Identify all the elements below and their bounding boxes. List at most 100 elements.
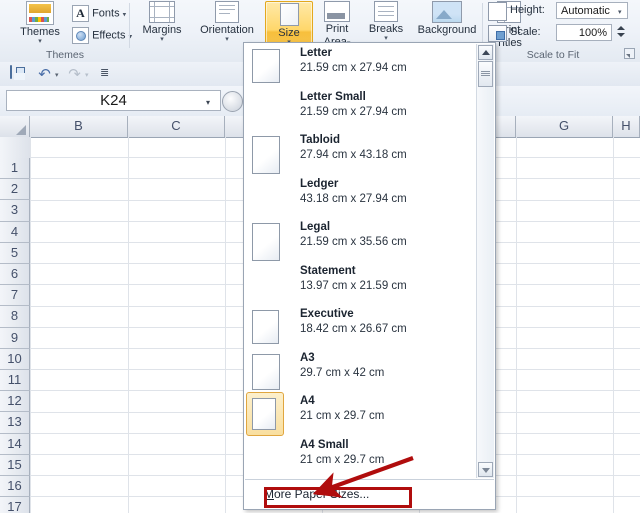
row-header-9[interactable]: 9 <box>0 327 30 349</box>
size-dropdown-menu[interactable]: Letter 21.59 cm x 27.94 cm Letter Small 21.… <box>243 42 496 510</box>
grid-column-line <box>225 137 226 513</box>
row-header-3[interactable]: 3 <box>0 200 30 222</box>
row-header-8[interactable]: 8 <box>0 306 30 328</box>
paper-size-item-ledger[interactable]: Ledger 43.18 cm x 27.94 cm <box>246 178 478 226</box>
row-header-11[interactable]: 11 <box>0 370 30 392</box>
row-header-14[interactable]: 14 <box>0 433 30 455</box>
paper-size-item-a4-small[interactable]: A4 Small 21 cm x 29.7 cm <box>246 439 478 480</box>
customize-qat-icon[interactable]: ≣ <box>100 68 109 79</box>
background-button[interactable]: Background <box>409 1 485 36</box>
paper-size-item-statement[interactable]: Statement 13.97 cm x 21.59 cm <box>246 265 478 313</box>
paper-size-item-tabloid[interactable]: Tabloid 27.94 cm x 43.18 cm <box>246 134 478 182</box>
paper-thumbnail-icon <box>252 353 280 390</box>
row-header-4[interactable]: 4 <box>0 221 30 243</box>
height-label: Height: <box>510 4 545 16</box>
paper-size-name: A3 <box>300 351 315 364</box>
annotation-rectangle <box>264 487 412 508</box>
paper-size-item-letter[interactable]: Letter 21.59 cm x 27.94 cm <box>246 47 478 95</box>
undo-arrow-icon[interactable]: ↶ <box>36 66 53 83</box>
dropdown-scrollbar[interactable] <box>476 44 494 478</box>
margins-icon <box>149 1 175 23</box>
undo-dropdown-icon[interactable]: ▾ <box>55 71 59 79</box>
row-header-10[interactable]: 10 <box>0 348 30 370</box>
fonts-icon: A <box>72 5 89 22</box>
column-header-g[interactable]: G <box>516 116 613 137</box>
margins-label: Margins <box>142 24 182 36</box>
row-header-2[interactable]: 2 <box>0 179 30 201</box>
name-box-dropdown-icon[interactable]: ▾ <box>206 98 210 107</box>
insert-function-button[interactable] <box>222 91 243 112</box>
paper-size-dimensions: 13.97 cm x 21.59 cm <box>300 279 407 292</box>
select-all-corner[interactable] <box>0 116 30 137</box>
paper-size-dimensions: 21 cm x 29.7 cm <box>300 410 385 422</box>
column-header-c[interactable]: C <box>128 116 225 137</box>
size-dropdown-list: Letter 21.59 cm x 27.94 cm Letter Small 21.… <box>244 43 495 479</box>
scroll-up-arrow-icon[interactable] <box>478 45 493 60</box>
print-area-label: Print <box>325 23 349 35</box>
row-header-label: 16 <box>7 478 22 493</box>
scale-label: Scale: <box>510 26 541 38</box>
column-header-label: G <box>558 118 570 133</box>
paper-size-item-letter-small[interactable]: Letter Small 21.59 cm x 27.94 cm <box>246 91 478 139</box>
margins-button[interactable]: Margins ▾ <box>134 1 190 43</box>
row-header-17[interactable]: 17 <box>0 497 30 513</box>
redo-arrow-icon: ↷ <box>68 65 81 83</box>
group-separator <box>129 3 130 48</box>
save-icon[interactable] <box>10 65 12 79</box>
chevron-down-icon: ▾ <box>122 11 127 19</box>
row-header-label: 2 <box>10 181 19 197</box>
chevron-down-icon[interactable]: ▾ <box>618 8 622 16</box>
column-header-b[interactable]: B <box>30 116 128 137</box>
paper-size-name: Ledger <box>300 177 339 190</box>
paper-size-dimensions: 21 cm x 29.7 cm <box>300 453 385 466</box>
paper-size-dimensions: 21.59 cm x 27.94 cm <box>300 105 407 118</box>
size-label: Size <box>278 27 300 39</box>
paper-size-name: Tabloid <box>300 134 341 146</box>
scale-input[interactable]: 100% <box>556 24 612 41</box>
column-header-label: B <box>74 118 83 133</box>
row-header-label: 14 <box>7 435 22 451</box>
stepper-up-icon[interactable] <box>617 26 625 30</box>
row-header-1[interactable]: 1 <box>0 158 30 180</box>
stepper-down-icon[interactable] <box>617 33 625 37</box>
breaks-icon <box>374 1 398 22</box>
themes-button[interactable]: Themes ▾ <box>12 1 68 45</box>
row-header-16[interactable]: 16 <box>0 476 30 498</box>
scale-stepper[interactable] <box>616 24 626 41</box>
theme-fonts-button[interactable]: A Fonts ▾ <box>72 5 126 22</box>
row-header-12[interactable]: 12 <box>0 391 30 413</box>
theme-effects-button[interactable]: Effects ▾ <box>72 27 132 44</box>
paper-size-name: Letter Small <box>300 90 366 103</box>
paper-size-name: A4 Small <box>300 438 349 451</box>
row-header-label: 6 <box>10 266 19 281</box>
paper-thumbnail-icon <box>252 310 279 344</box>
name-box[interactable]: K24 <box>6 90 221 111</box>
chevron-down-icon: ▾ <box>160 36 164 43</box>
dialog-launcher-icon[interactable] <box>624 48 635 59</box>
row-header-5[interactable]: 5 <box>0 242 30 264</box>
fit-height-icon <box>488 2 507 21</box>
paper-thumbnail-icon <box>252 136 280 174</box>
row-header-13[interactable]: 13 <box>0 412 30 434</box>
column-header-h[interactable]: H <box>613 116 640 137</box>
print-area-icon <box>324 1 350 22</box>
scroll-down-arrow-icon[interactable] <box>478 462 493 477</box>
grid-column-line <box>516 137 517 513</box>
breaks-button[interactable]: Breaks ▾ <box>363 1 409 42</box>
row-header-6[interactable]: 6 <box>0 264 30 286</box>
paper-size-name: Letter <box>300 47 332 59</box>
row-header-label: 9 <box>10 329 19 345</box>
row-header-7[interactable]: 7 <box>0 285 30 307</box>
paper-size-item-a4[interactable]: A4 21 cm x 29.7 cm <box>246 392 478 443</box>
paper-size-name: A4 <box>300 395 315 407</box>
row-header-15[interactable]: 15 <box>0 454 30 476</box>
grid-column-line <box>613 137 614 513</box>
paper-size-dimensions: 21.59 cm x 35.56 cm <box>300 236 407 248</box>
themes-button-label: Themes <box>20 26 60 38</box>
paper-size-dimensions: 21.59 cm x 27.94 cm <box>300 62 407 74</box>
scrollbar-thumb[interactable] <box>478 61 493 87</box>
orientation-button[interactable]: Orientation ▾ <box>192 1 262 43</box>
paper-size-item-executive[interactable]: Executive 18.42 cm x 26.67 cm <box>246 308 478 356</box>
paper-size-name: Legal <box>300 221 331 233</box>
paper-size-item-legal[interactable]: Legal 21.59 cm x 35.56 cm <box>246 221 478 269</box>
